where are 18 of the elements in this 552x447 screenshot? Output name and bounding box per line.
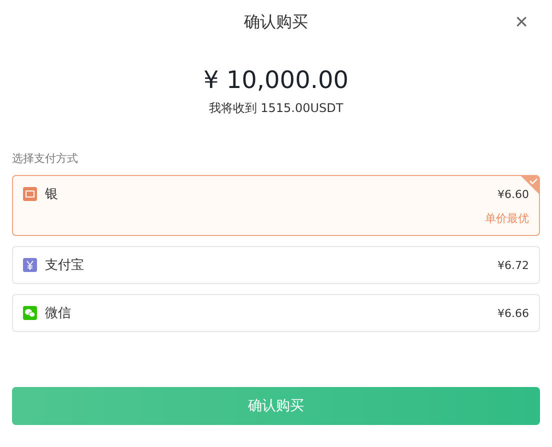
yen-icon (23, 258, 37, 272)
payment-price: ¥6.72 (498, 258, 529, 272)
best-price-tag: 单价最优 (485, 211, 529, 226)
payment-option[interactable]: 微信 ¥6.66 (12, 294, 540, 332)
section-label: 选择支付方式 (12, 151, 79, 166)
receive-amount: 我将收到 1515.00USDT (208, 100, 344, 117)
payment-option[interactable]: 支付宝 ¥6.72 (12, 246, 540, 284)
payment-price: ¥6.60 (498, 188, 529, 200)
card-icon (23, 187, 37, 201)
payment-name: 支付宝 (45, 257, 85, 274)
payment-name: 微信 (45, 305, 72, 322)
payment-price: ¥6.66 (498, 306, 529, 320)
chat-bubbles-icon (23, 306, 37, 320)
dialog-title: 确认购买 (244, 12, 308, 32)
amount: ¥ 10,000.00 (202, 66, 350, 94)
payment-option[interactable]: 银 ¥6.60 单价最优 (12, 175, 540, 236)
close-button[interactable]: × (511, 10, 532, 34)
payment-name: 银 (45, 186, 59, 203)
